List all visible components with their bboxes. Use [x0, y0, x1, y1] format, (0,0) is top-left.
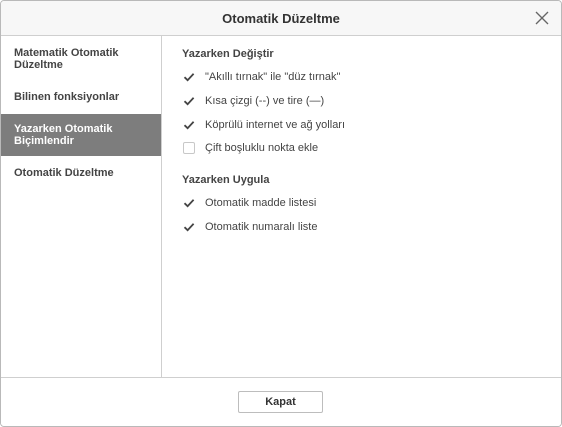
group-title-replace-as-you-type: Yazarken Değiştir — [182, 48, 274, 60]
sidebar-item-label: Yazarken Otomatik Biçimlendir — [14, 123, 113, 147]
sidebar-item-autocorrect[interactable]: Otomatik Düzeltme — [1, 167, 161, 183]
close-button[interactable]: Kapat — [238, 391, 323, 413]
option-auto-bulleted-list[interactable]: Otomatik madde listesi — [183, 196, 316, 210]
sidebar-item-math-autocorrect[interactable]: Matematik Otomatik Düzeltme — [1, 45, 161, 73]
option-hyphens-dashes[interactable]: Kısa çizgi (--) ve tire (—) — [183, 94, 324, 108]
option-auto-numbered-list[interactable]: Otomatik numaralı liste — [183, 220, 317, 234]
option-label: Köprülü internet ve ağ yolları — [205, 119, 346, 131]
checkbox-checked-icon[interactable] — [183, 119, 195, 131]
checkbox-checked-icon[interactable] — [183, 221, 195, 233]
sidebar-item-label: Otomatik Düzeltme — [14, 167, 114, 179]
option-label: Çift boşluklu nokta ekle — [205, 142, 319, 154]
checkbox-checked-icon[interactable] — [183, 71, 195, 83]
option-label: Kısa çizgi (--) ve tire (—) — [205, 95, 325, 107]
option-smart-quotes[interactable]: "Akıllı tırnak" ile "düz tırnak" — [183, 70, 340, 84]
dialog-titlebar: Otomatik Düzeltme — [1, 1, 561, 36]
option-label: Otomatik madde listesi — [205, 197, 317, 209]
option-hyperlinks[interactable]: Köprülü internet ve ağ yolları — [183, 118, 345, 132]
dialog-footer: Kapat — [1, 377, 561, 426]
checkbox-unchecked-icon[interactable] — [183, 142, 195, 154]
checkbox-checked-icon[interactable] — [183, 197, 195, 209]
autocorrect-dialog: Otomatik Düzeltme Matematik Otomatik Düz… — [0, 0, 562, 427]
sidebar-item-label: Bilinen fonksiyonlar — [14, 91, 120, 103]
option-double-space-period[interactable]: Çift boşluklu nokta ekle — [183, 141, 318, 155]
option-label: Otomatik numaralı liste — [205, 221, 318, 233]
sidebar-item-recognized-functions[interactable]: Bilinen fonksiyonlar — [1, 91, 161, 107]
sidebar-item-label: Matematik Otomatik Düzeltme — [14, 47, 119, 71]
dialog-title: Otomatik Düzeltme — [222, 11, 340, 26]
settings-panel: Yazarken Değiştir "Akıllı tırnak" ile "d… — [162, 36, 561, 377]
group-title-apply-as-you-type: Yazarken Uygula — [182, 174, 270, 186]
close-icon[interactable] — [533, 9, 551, 27]
sidebar: Matematik Otomatik Düzeltme Bilinen fonk… — [1, 36, 162, 377]
sidebar-item-autoformat-as-you-type[interactable]: Yazarken Otomatik Biçimlendir — [1, 114, 161, 156]
checkbox-checked-icon[interactable] — [183, 95, 195, 107]
option-label: "Akıllı tırnak" ile "düz tırnak" — [205, 71, 341, 83]
